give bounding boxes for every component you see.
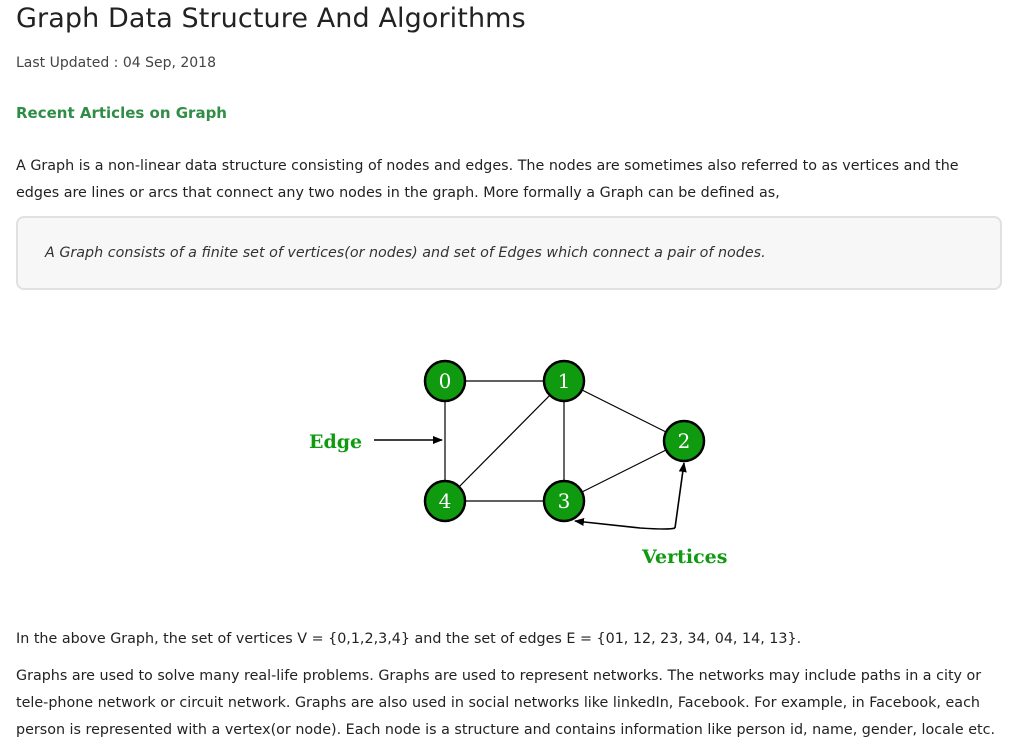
edge-label: Edge	[309, 431, 362, 453]
graph-node-1	[542, 359, 586, 403]
graph-edge-2-3	[563, 440, 685, 502]
definition-blockquote: A Graph consists of a finite set of vert…	[16, 216, 1002, 290]
uses-paragraph: Graphs are used to solve many real-life …	[16, 668, 996, 738]
graph-node-label-1: 1	[558, 369, 571, 393]
graph-node-4	[423, 479, 467, 523]
graph-node-label-0: 0	[439, 369, 452, 393]
graph-node-label-2: 2	[678, 429, 691, 453]
graph-node-0	[423, 359, 467, 403]
recent-articles-link[interactable]: Recent Articles on Graph	[16, 104, 227, 122]
sets-paragraph: In the above Graph, the set of vertices …	[16, 631, 802, 647]
vertices-label: Vertices	[641, 546, 727, 568]
graph-node-3	[542, 479, 586, 523]
graph-edge-1-4	[444, 380, 565, 502]
graph-node-label-3: 3	[558, 489, 571, 513]
last-updated: Last Updated : 04 Sep, 2018	[16, 55, 216, 71]
intro-paragraph: A Graph is a non-linear data structure c…	[16, 158, 959, 201]
graph-node-label-4: 4	[439, 489, 452, 513]
page-title: Graph Data Structure And Algorithms	[16, 3, 526, 34]
graph-node-2	[662, 419, 706, 463]
vertices-arrow-up	[674, 462, 687, 529]
definition-text: A Graph consists of a finite set of vert…	[45, 245, 766, 261]
graph-edge-1-2	[563, 380, 685, 442]
vertices-arrow	[574, 517, 676, 530]
